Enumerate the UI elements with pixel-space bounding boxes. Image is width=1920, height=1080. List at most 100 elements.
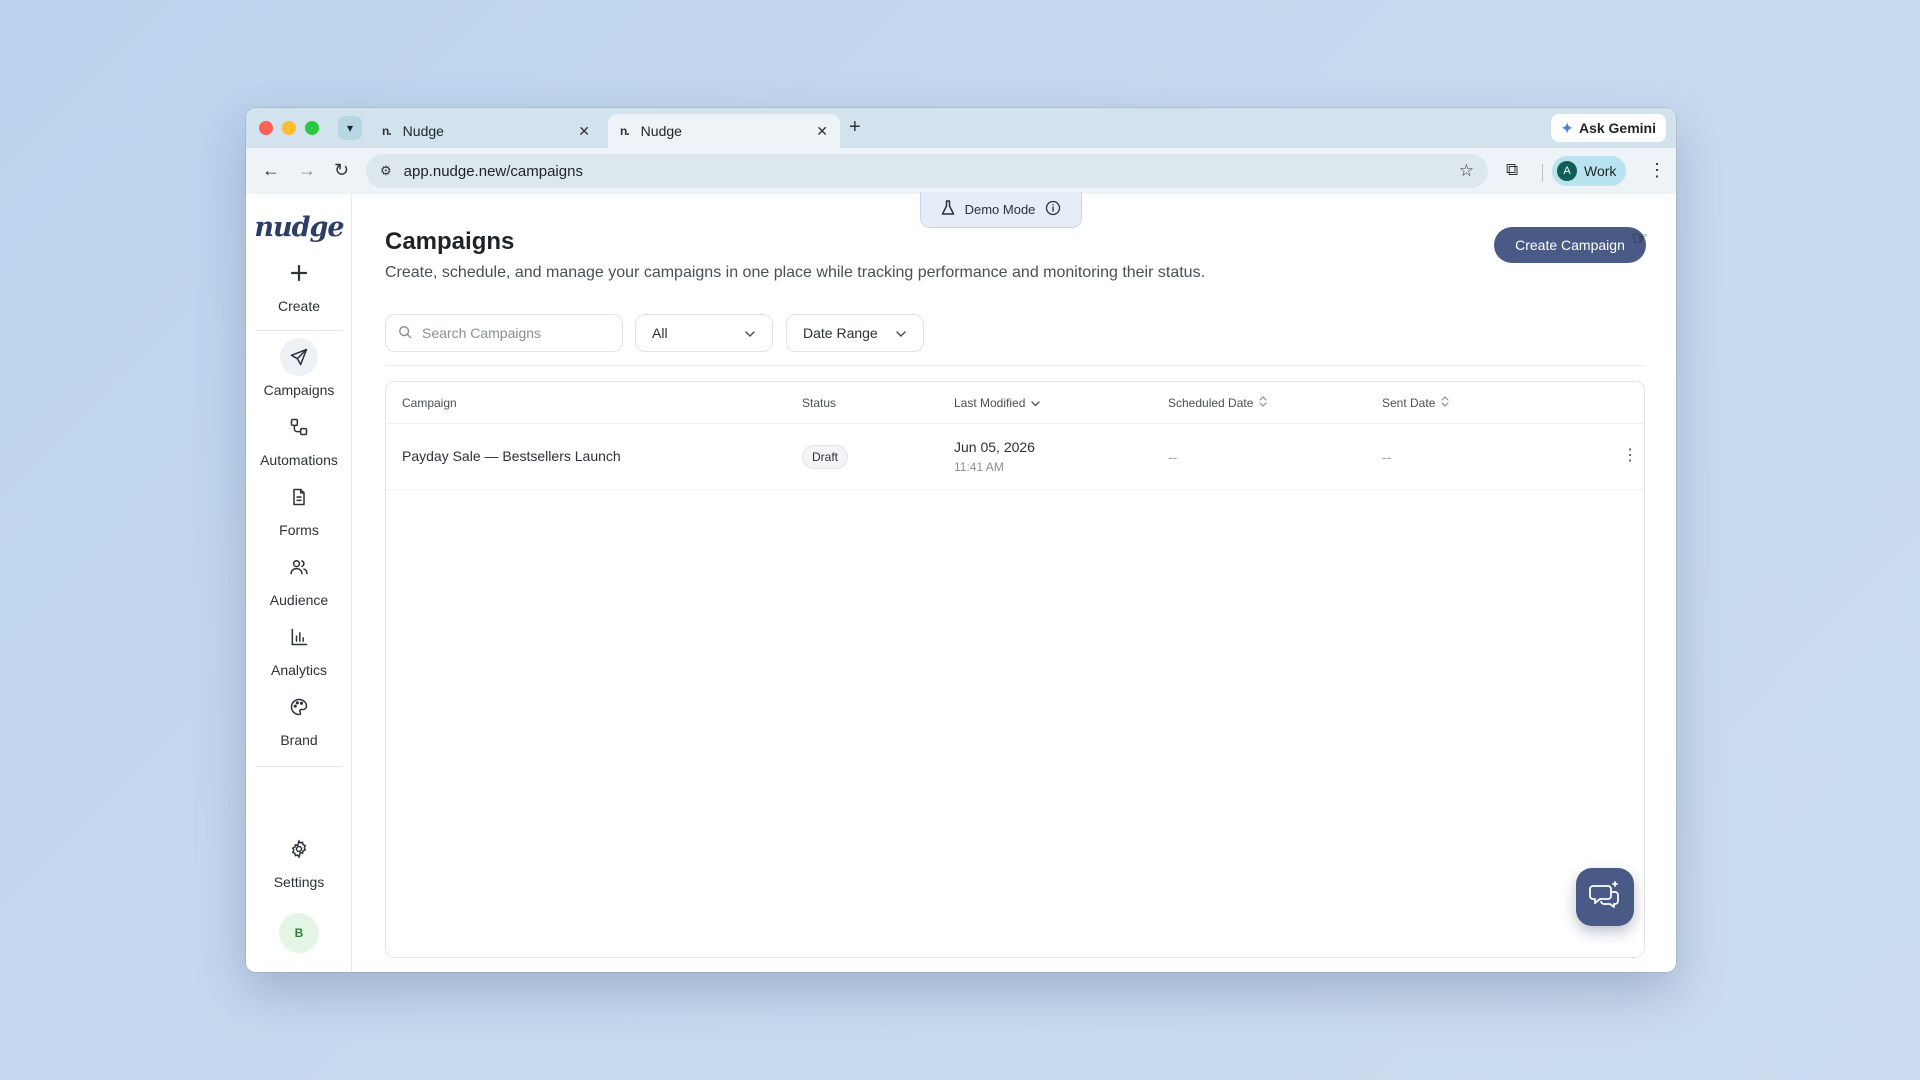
sidebar-item-label: Audience xyxy=(269,592,329,608)
workflow-icon xyxy=(280,408,318,446)
date-range-value: Date Range xyxy=(803,325,878,341)
toolbar-divider xyxy=(1542,164,1543,182)
address-bar[interactable]: ⚙ app.nudge.new/campaigns ☆ xyxy=(366,154,1488,188)
status-filter-select[interactable]: All xyxy=(635,314,773,352)
page-subtitle: Create, schedule, and manage your campai… xyxy=(385,264,1206,281)
column-header-label: Sent Date xyxy=(1382,396,1436,410)
sidebar-item-forms[interactable]: Forms xyxy=(246,478,352,538)
sidebar: nudge Create Campaigns Automations Forms… xyxy=(246,194,352,972)
column-header-label: Campaign xyxy=(402,396,457,410)
demo-mode-badge[interactable]: Demo Mode xyxy=(920,192,1082,228)
site-settings-icon[interactable]: ⚙ xyxy=(380,163,392,179)
filter-divider xyxy=(385,365,1645,366)
paper-plane-icon xyxy=(280,338,318,376)
sort-icon xyxy=(1441,396,1449,410)
gemini-sparkle-icon: ✦ xyxy=(1561,119,1573,136)
sidebar-item-campaigns[interactable]: Campaigns xyxy=(246,338,352,398)
chat-bubble-icon xyxy=(1589,880,1621,915)
mouse-cursor-icon: ☞ xyxy=(1632,228,1649,248)
sidebar-item-brand[interactable]: Brand xyxy=(246,688,352,748)
row-actions-kebab-icon[interactable]: ⋮ xyxy=(1622,445,1638,465)
bookmark-star-icon[interactable]: ☆ xyxy=(1459,161,1474,181)
back-arrow-icon[interactable]: ← xyxy=(262,160,280,181)
sidebar-item-label: Settings xyxy=(273,874,325,890)
ask-gemini-label: Ask Gemini xyxy=(1578,120,1656,136)
sort-icon xyxy=(1259,396,1268,410)
chevron-down-icon: ▾ xyxy=(346,121,354,135)
column-header-campaign: Campaign xyxy=(402,396,457,410)
plus-icon xyxy=(280,254,318,292)
tab-favicon: n. xyxy=(382,124,392,138)
sidebar-item-label: Forms xyxy=(279,522,319,538)
sidebar-item-label: Create xyxy=(277,298,321,314)
search-input[interactable]: Search Campaigns xyxy=(385,314,623,352)
browser-window: ▾ n. Nudge ✕ n. Nudge ✕ + ✦ Ask Gemini ←… xyxy=(246,108,1676,972)
sidebar-item-label: Brand xyxy=(280,732,318,748)
sidebar-item-create[interactable]: Create xyxy=(246,254,352,314)
sidebar-item-label: Campaigns xyxy=(263,382,335,398)
reload-icon[interactable]: ↻ xyxy=(334,160,349,181)
column-header-sent-date[interactable]: Sent Date xyxy=(1382,396,1449,410)
column-header-last-modified[interactable]: Last Modified xyxy=(954,396,1041,410)
campaign-name[interactable]: Payday Sale — Bestsellers Launch xyxy=(402,448,621,464)
status-badge: Draft xyxy=(802,445,849,469)
search-icon xyxy=(398,325,412,342)
campaigns-table: Campaign Status Last Modified Scheduled … xyxy=(385,381,1645,958)
ask-gemini-button[interactable]: ✦ Ask Gemini xyxy=(1551,114,1666,142)
browser-toolbar: ← → ↻ ⚙ app.nudge.new/campaigns ☆ ⧉ A Wo… xyxy=(246,148,1676,194)
app-content: nudge Create Campaigns Automations Forms… xyxy=(246,192,1676,972)
last-modified-time: 11:41 AM xyxy=(954,460,1004,474)
bar-chart-icon xyxy=(280,618,318,656)
chevron-down-icon xyxy=(895,325,907,341)
url-text: app.nudge.new/campaigns xyxy=(403,162,583,180)
maximize-window-button[interactable] xyxy=(305,121,319,135)
scheduled-date: -- xyxy=(1168,449,1178,465)
user-avatar[interactable]: B xyxy=(279,913,319,953)
sidebar-item-label: Analytics xyxy=(270,662,328,678)
tab-title: Nudge xyxy=(640,123,682,139)
table-row[interactable]: Payday Sale — Bestsellers Launch Draft J… xyxy=(386,424,1644,490)
close-icon[interactable]: ✕ xyxy=(578,123,590,140)
table-header: Campaign Status Last Modified Scheduled … xyxy=(386,382,1644,424)
new-tab-plus-icon[interactable]: + xyxy=(849,116,861,139)
nudge-logo[interactable]: nudge xyxy=(246,212,352,243)
sidebar-item-analytics[interactable]: Analytics xyxy=(246,618,352,678)
status-filter-value: All xyxy=(652,325,668,341)
close-window-button[interactable] xyxy=(259,121,273,135)
browser-menu-kebab-icon[interactable]: ⋮ xyxy=(1648,160,1666,181)
palette-icon xyxy=(280,688,318,726)
users-icon xyxy=(280,548,318,586)
search-placeholder: Search Campaigns xyxy=(422,325,542,341)
tab-favicon: n. xyxy=(620,124,630,138)
sort-desc-icon xyxy=(1031,396,1041,410)
extensions-puzzle-icon[interactable]: ⧉ xyxy=(1506,160,1518,180)
create-campaign-button[interactable]: Create Campaign xyxy=(1494,227,1646,263)
flask-icon xyxy=(941,200,955,219)
date-range-select[interactable]: Date Range xyxy=(786,314,924,352)
column-header-scheduled-date[interactable]: Scheduled Date xyxy=(1168,396,1268,410)
sidebar-item-automations[interactable]: Automations xyxy=(246,408,352,468)
sidebar-item-settings[interactable]: Settings xyxy=(246,830,352,890)
forward-arrow-icon[interactable]: → xyxy=(298,160,316,181)
tab-search-button[interactable]: ▾ xyxy=(338,116,362,140)
browser-tab-2[interactable]: n. Nudge ✕ xyxy=(608,114,840,148)
column-header-status: Status xyxy=(802,396,836,410)
info-icon[interactable] xyxy=(1045,200,1061,219)
page-title: Campaigns xyxy=(385,228,515,255)
minimize-window-button[interactable] xyxy=(282,121,296,135)
sent-date: -- xyxy=(1382,449,1392,465)
tab-strip: ▾ n. Nudge ✕ n. Nudge ✕ + ✦ Ask Gemini xyxy=(246,108,1676,148)
sidebar-item-audience[interactable]: Audience xyxy=(246,548,352,608)
gear-icon xyxy=(280,830,318,868)
sidebar-divider xyxy=(256,330,342,331)
browser-tab-1[interactable]: n. Nudge ✕ xyxy=(370,114,602,148)
column-header-label: Status xyxy=(802,396,837,410)
document-icon xyxy=(280,478,318,516)
column-header-label: Last Modified xyxy=(954,396,1026,410)
sidebar-divider xyxy=(256,766,342,767)
profile-button[interactable]: A Work xyxy=(1552,156,1627,186)
tab-title: Nudge xyxy=(402,123,444,139)
profile-avatar: A xyxy=(1557,161,1577,181)
close-icon[interactable]: ✕ xyxy=(816,123,828,140)
support-chat-button[interactable] xyxy=(1576,868,1634,926)
